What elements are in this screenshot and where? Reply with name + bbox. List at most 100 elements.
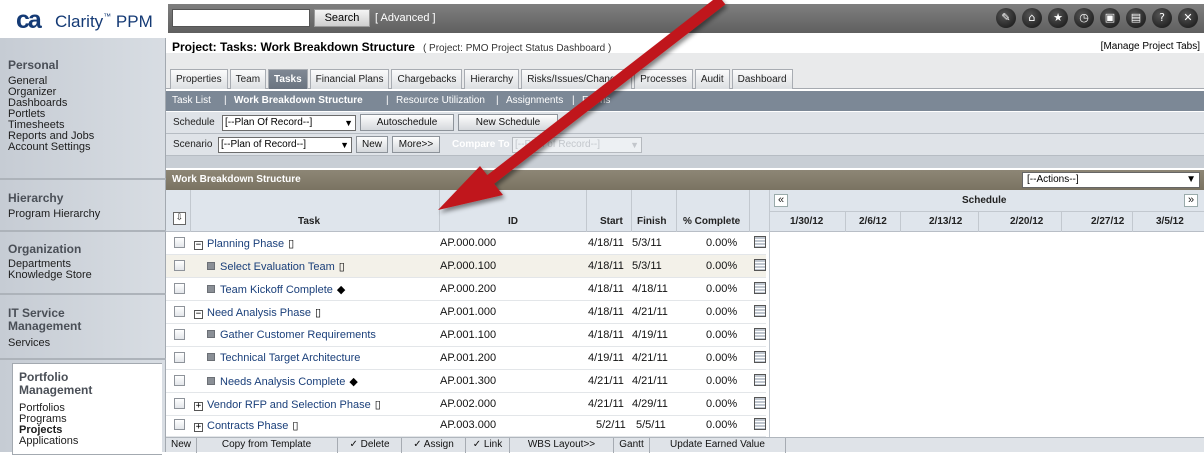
manage-project-tabs-link[interactable]: [Manage Project Tabs] xyxy=(1101,41,1200,52)
tab-tasks[interactable]: Tasks xyxy=(268,69,308,89)
task-name[interactable]: Gather Customer Requirements xyxy=(207,329,376,341)
tab-risks-issues-changes[interactable]: Risks/Issues/Changes xyxy=(521,69,633,89)
table-row[interactable]: Team Kickoff Complete ◆ AP.000.200 4/18/1… xyxy=(166,278,766,301)
new-button[interactable]: New xyxy=(166,438,198,453)
column-task[interactable]: Task xyxy=(298,216,320,227)
table-row[interactable]: + Contracts Phase ▯ AP.003.000 5/2/11 5/5/… xyxy=(166,414,766,437)
wbs-layout-button[interactable]: WBS Layout>> xyxy=(510,438,614,453)
expand-all-icon[interactable]: ⇩ xyxy=(173,212,186,225)
more-button[interactable]: More>> xyxy=(392,136,440,153)
subnav-assignments[interactable]: Assignments xyxy=(506,95,563,106)
row-checkbox[interactable] xyxy=(174,375,185,386)
table-row[interactable]: Needs Analysis Complete ◆ AP.001.300 4/21… xyxy=(166,370,766,393)
row-checkbox[interactable] xyxy=(174,398,185,409)
tab-audit[interactable]: Audit xyxy=(694,69,730,89)
tab-chargebacks[interactable]: Chargebacks xyxy=(391,69,463,89)
compare-to-select[interactable]: [--Plan of Record--] ▼ xyxy=(512,137,642,153)
task-name[interactable]: Team Kickoff Complete ◆ xyxy=(207,283,345,296)
calendar-icon[interactable] xyxy=(754,374,766,386)
table-row[interactable]: Select Evaluation Team ▯ AP.000.100 4/18/… xyxy=(166,255,766,278)
row-checkbox[interactable] xyxy=(174,352,185,363)
collapse-icon[interactable]: − xyxy=(194,241,203,250)
search-button[interactable]: Search xyxy=(314,9,370,27)
row-checkbox[interactable] xyxy=(174,306,185,317)
subnav-resource-utilization[interactable]: Resource Utilization xyxy=(396,95,485,106)
tab-hierarchy[interactable]: Hierarchy xyxy=(464,69,520,89)
assign-button[interactable]: ✓ Assign xyxy=(402,438,466,453)
row-checkbox[interactable] xyxy=(174,419,185,430)
table-row[interactable]: Technical Target Architecture AP.001.200… xyxy=(166,347,766,370)
search-input[interactable] xyxy=(172,9,310,27)
table-row[interactable]: Gather Customer Requirements AP.001.100 … xyxy=(166,324,766,347)
schedule-next-icon[interactable]: » xyxy=(1184,194,1198,207)
table-row[interactable]: − Need Analysis Phase ▯ AP.001.000 4/18/11… xyxy=(166,301,766,324)
calendar-icon[interactable] xyxy=(754,397,766,409)
tab-financial-plans[interactable]: Financial Plans xyxy=(309,69,390,89)
row-checkbox[interactable] xyxy=(174,260,185,271)
tab-processes[interactable]: Processes xyxy=(634,69,693,89)
autoschedule-button[interactable]: Autoschedule xyxy=(360,114,454,131)
subnav-task-list[interactable]: Task List xyxy=(172,95,211,106)
row-checkbox[interactable] xyxy=(174,237,185,248)
calendar-icon[interactable] xyxy=(754,351,766,363)
sidebar-item-services[interactable]: Services xyxy=(8,338,50,349)
window-icon[interactable]: ▣ xyxy=(1100,8,1120,28)
expand-icon[interactable]: + xyxy=(194,423,203,432)
subnav-separator: | xyxy=(224,95,227,106)
wrench-icon[interactable]: ✎ xyxy=(996,8,1016,28)
update-earned-value-button[interactable]: Update Earned Value xyxy=(650,438,786,453)
row-checkbox[interactable] xyxy=(174,283,185,294)
clock-icon[interactable]: ◷ xyxy=(1074,8,1094,28)
column-percent-complete[interactable]: % Complete xyxy=(683,216,740,227)
calendar-icon[interactable] xyxy=(754,418,766,430)
tab-properties[interactable]: Properties xyxy=(170,69,228,89)
task-icon xyxy=(207,377,215,385)
task-name[interactable]: + Contracts Phase ▯ xyxy=(194,419,298,432)
calendar-icon[interactable] xyxy=(754,259,766,271)
close-icon[interactable]: ✕ xyxy=(1178,8,1198,28)
calendar-icon[interactable] xyxy=(754,236,766,248)
subnav-forms[interactable]: Forms xyxy=(582,95,610,106)
actions-select[interactable]: [--Actions--] ▼ xyxy=(1022,172,1200,188)
sidebar-item-program-hierarchy[interactable]: Program Hierarchy xyxy=(8,209,100,220)
collapse-icon[interactable]: − xyxy=(194,310,203,319)
gantt-button[interactable]: Gantt xyxy=(614,438,650,453)
link-button[interactable]: ✓ Link xyxy=(466,438,510,453)
table-row[interactable]: + Vendor RFP and Selection Phase ▯ AP.002.… xyxy=(166,393,766,416)
subnav-work-breakdown-structure[interactable]: Work Breakdown Structure xyxy=(234,95,363,106)
column-start[interactable]: Start xyxy=(600,216,623,227)
chevron-down-icon: ▼ xyxy=(1186,174,1196,185)
sidebar-item-account-settings[interactable]: Account Settings xyxy=(8,142,91,153)
print-icon[interactable]: ▤ xyxy=(1126,8,1146,28)
task-name[interactable]: + Vendor RFP and Selection Phase ▯ xyxy=(194,398,381,411)
new-schedule-button[interactable]: New Schedule xyxy=(458,114,558,131)
calendar-icon[interactable] xyxy=(754,328,766,340)
row-checkbox[interactable] xyxy=(174,329,185,340)
task-name[interactable]: Technical Target Architecture xyxy=(207,352,360,364)
calendar-icon[interactable] xyxy=(754,305,766,317)
scenario-select[interactable]: [--Plan of Record--] ▼ xyxy=(218,137,352,153)
schedule-prev-icon[interactable]: « xyxy=(774,194,788,207)
bookmark-icon[interactable]: ★ xyxy=(1048,8,1068,28)
task-name[interactable]: Select Evaluation Team ▯ xyxy=(207,260,345,273)
tab-dashboard[interactable]: Dashboard xyxy=(731,69,793,89)
calendar-icon[interactable] xyxy=(754,282,766,294)
advanced-search-link[interactable]: [ Advanced ] xyxy=(375,12,436,24)
new-scenario-button[interactable]: New xyxy=(356,136,388,153)
sidebar-item-knowledge-store[interactable]: Knowledge Store xyxy=(8,270,92,281)
schedule-select[interactable]: [--Plan Of Record--] ▼ xyxy=(222,115,356,131)
expand-icon[interactable]: + xyxy=(194,402,203,411)
delete-button[interactable]: ✓ Delete xyxy=(338,438,402,453)
home-icon[interactable]: ⌂ xyxy=(1022,8,1042,28)
app-logo[interactable]: ca Clarity™ PPM xyxy=(0,0,166,38)
help-icon[interactable]: ? xyxy=(1152,8,1172,28)
sidebar-item-applications[interactable]: Applications xyxy=(19,436,78,447)
task-name[interactable]: Needs Analysis Complete ◆ xyxy=(207,375,358,388)
column-finish[interactable]: Finish xyxy=(637,216,666,227)
copy-from-template-button[interactable]: Copy from Template xyxy=(196,438,338,453)
column-id[interactable]: ID xyxy=(508,216,518,227)
tab-team[interactable]: Team xyxy=(229,69,267,89)
table-row[interactable]: − Planning Phase ▯ AP.000.000 4/18/11 5/3/… xyxy=(166,232,766,255)
task-name[interactable]: − Need Analysis Phase ▯ xyxy=(194,306,321,319)
task-name[interactable]: − Planning Phase ▯ xyxy=(194,237,294,250)
